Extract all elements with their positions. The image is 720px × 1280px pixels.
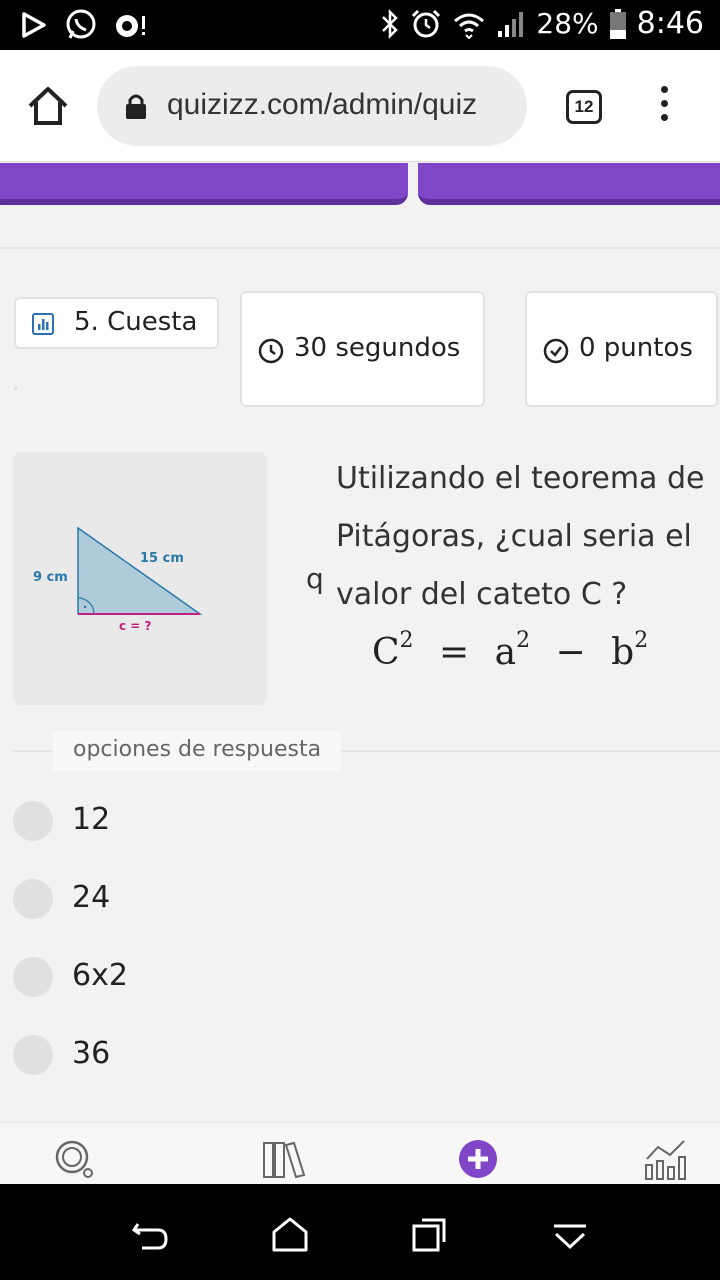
question-text: Utilizando el teorema de Pitágoras, ¿cua… [336, 461, 705, 612]
create-icon[interactable] [456, 1137, 500, 1181]
formula-b: b [611, 632, 635, 673]
clock: 8:46 [636, 6, 704, 41]
time-box[interactable]: 30 segundos [240, 291, 485, 407]
purple-action-button-left[interactable] [0, 163, 408, 205]
answer-label: 36 [72, 1036, 111, 1071]
chart-icon [32, 313, 54, 335]
play-icon [22, 12, 46, 38]
reports-icon[interactable] [644, 1137, 688, 1181]
hypotenuse-label: 15 cm [140, 551, 184, 566]
side-c-label: c = ? [119, 619, 152, 633]
radio-button[interactable] [13, 957, 53, 997]
battery-icon [609, 8, 626, 39]
side-a-label: 9 cm [33, 570, 68, 585]
home-nav-icon[interactable] [270, 1214, 310, 1254]
whatsapp-icon [66, 9, 96, 39]
answer-option[interactable]: 6x2 [13, 956, 413, 998]
answer-option[interactable]: 12 [13, 800, 413, 842]
battery-percent: 28% [536, 7, 599, 40]
hide-keyboard-icon[interactable] [550, 1214, 590, 1254]
divider [0, 247, 720, 249]
wifi-icon [454, 13, 485, 39]
url-text: quizizz.com/admin/quiz [167, 88, 478, 121]
system-nav-bar [0, 1184, 720, 1280]
formula-c: C [372, 632, 400, 673]
triangle-shape [77, 526, 203, 615]
dot [14, 387, 17, 390]
points-box[interactable]: 0 puntos [525, 291, 718, 407]
answer-label: 12 [72, 802, 111, 837]
home-icon[interactable] [26, 84, 70, 128]
question-label: 5. Cuesta [14, 297, 219, 349]
points-value: 0 puntos [579, 333, 693, 363]
browser-toolbar: quizizz.com/admin/quiz 12 [0, 50, 720, 162]
stray-character: q [306, 562, 324, 595]
triangle-diagram: 9 cm 15 cm c = ? [33, 526, 203, 633]
formula-a-exp: 2 [516, 628, 531, 653]
purple-action-button-right[interactable] [418, 163, 720, 205]
answer-label: 6x2 [72, 958, 128, 993]
check-circle-icon [543, 338, 569, 364]
app-bottom-nav [0, 1122, 720, 1184]
menu-icon[interactable] [654, 86, 674, 130]
clock-icon [258, 338, 284, 364]
formula: C2 = a2 − b2 [372, 628, 648, 673]
address-bar[interactable]: quizizz.com/admin/quiz [97, 66, 527, 146]
question-number: 5. Cuesta [74, 307, 198, 337]
back-icon[interactable] [130, 1214, 170, 1254]
alarm-icon [412, 9, 441, 37]
status-bar: 28% 8:46 [0, 0, 720, 50]
tabs-button[interactable]: 12 [566, 90, 602, 124]
bluetooth-icon [382, 8, 399, 39]
signal-icon [498, 11, 524, 37]
search-icon[interactable] [52, 1137, 96, 1181]
answer-option[interactable]: 24 [13, 878, 413, 920]
notification-icon [116, 15, 145, 37]
formula-c-exp: 2 [399, 628, 414, 653]
question-image: 9 cm 15 cm c = ? [13, 452, 267, 705]
formula-equals: = [439, 632, 470, 673]
radio-button[interactable] [13, 879, 53, 919]
answers-heading: opciones de respuesta [53, 731, 342, 771]
answer-option[interactable]: 36 [13, 1034, 413, 1076]
radio-button[interactable] [13, 1035, 53, 1075]
right-angle-dot [83, 605, 87, 609]
radio-button[interactable] [13, 801, 53, 841]
time-limit: 30 segundos [294, 333, 461, 363]
action-buttons-strip [0, 163, 720, 209]
answer-label: 24 [72, 880, 111, 915]
formula-minus: − [555, 632, 586, 673]
formula-a: a [494, 632, 517, 673]
formula-b-exp: 2 [634, 628, 649, 653]
recents-icon[interactable] [410, 1214, 450, 1254]
lock-icon [126, 94, 146, 119]
library-icon[interactable] [262, 1137, 306, 1181]
